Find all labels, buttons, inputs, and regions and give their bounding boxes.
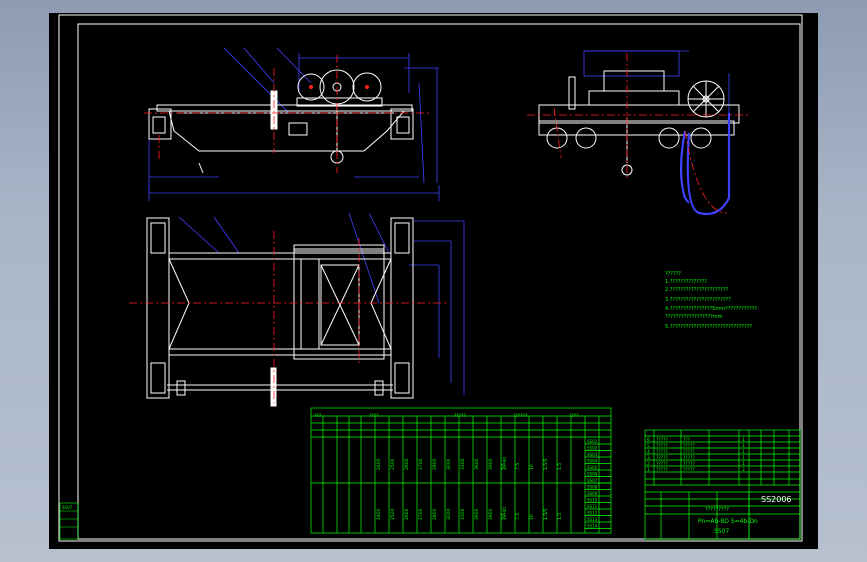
part-number: 3 (647, 455, 650, 461)
part-qty: 1 (742, 461, 745, 467)
side-view (527, 50, 749, 216)
title-block: 6???????? 1 5?????????? 1 4?????????? 1 3?????… (644, 429, 801, 540)
spec-cell: 10 (529, 464, 535, 470)
spec-code-cell: SS03 (587, 452, 598, 457)
note-line: 3.??????????????????????? (665, 297, 731, 303)
spec-cell: 7.5 (501, 513, 507, 520)
legend-block: SS07 (59, 502, 79, 540)
technical-notes: ?????? 1.?????????????? 2.??????????????… (665, 271, 757, 330)
part-code: ????? (656, 449, 669, 455)
spec-cell: 3000 (446, 458, 452, 470)
spec-code-cell: SS12 (587, 511, 598, 516)
part-number: 6 (647, 437, 650, 443)
note-line: 1.?????????????? (665, 279, 707, 285)
spec-code-cell: SS06 (587, 472, 598, 477)
spec-cell: 2800 (432, 458, 438, 470)
part-qty: 1 (742, 455, 745, 461)
spec-code-cell: SS08 (587, 485, 598, 490)
drawing-viewport[interactable]: ?????? 1.?????????????? 2.??????????????… (49, 13, 818, 549)
part-number: 5 (647, 443, 650, 449)
spec-header: ???? (569, 413, 579, 419)
spec-cell: 7.5 (501, 463, 507, 470)
spec-code-cell: SS05 (587, 465, 598, 470)
spec-code-cell: SS09 (587, 491, 598, 496)
part-code: ????? (656, 443, 669, 449)
part-code: ????? (656, 461, 669, 467)
part-qty: 1 (742, 437, 745, 443)
part-name: ????? (683, 443, 696, 449)
spec-cell: 2800 (432, 508, 438, 520)
part-name: ????? (683, 461, 696, 467)
cad-drawing: ?????? 1.?????????????? 2.??????????????… (58, 14, 803, 542)
spec-cell: 7.5 (515, 513, 521, 520)
part-code: ????? (656, 455, 669, 461)
spec-cell: 3000 (446, 508, 452, 520)
spec-cell: 3600 (474, 508, 480, 520)
spec-cell: 1.5 (557, 463, 563, 470)
spec-code-cell: SS13 (587, 517, 598, 522)
sheet-code: SS07 (714, 528, 729, 535)
legend-label: SS07 (62, 505, 73, 510)
spec-cell: 1.5/5 (543, 508, 549, 520)
part-name: ????? (683, 467, 696, 473)
spec-header: ??? (314, 413, 322, 419)
spec-code-cell: SS02 (587, 446, 598, 451)
part-name: ????? (683, 455, 696, 461)
spec-cell: 2600 (404, 458, 410, 470)
part-qty: 1 (742, 443, 745, 449)
spec-cell: 2700 (418, 458, 424, 470)
spec-cell: 2700 (418, 508, 424, 520)
spec-line: Pn=Ab-8D S=4b-Dn (698, 518, 758, 525)
front-view (144, 47, 440, 201)
note-line: 5.??????????????????????????????? (665, 324, 752, 330)
spec-code-cell: SS04 (587, 459, 598, 464)
spec-cell: 3900 (488, 458, 494, 470)
note-line: 4.????????????????5mm???????????? (665, 306, 757, 312)
spec-cell: 3600 (474, 458, 480, 470)
spec-cell: 3900 (488, 508, 494, 520)
spec-header: ????? (454, 413, 467, 419)
part-number: 2 (647, 461, 650, 467)
spec-cell: 2500 (390, 458, 396, 470)
spec-code-cell: SS11 (587, 504, 598, 509)
part-code: ????? (656, 467, 669, 473)
spec-cell: 7.5 (515, 463, 521, 470)
spec-code-cell: SS01 (587, 439, 598, 444)
plan-view (129, 212, 465, 407)
spec-cell: 2400 (376, 458, 382, 470)
spec-cell: 3300 (460, 508, 466, 520)
part-number: 1 (647, 467, 650, 473)
spec-table: ??? ???? ????? ?????? ???? 2400 2500 2600 2… (310, 407, 612, 534)
part-qty: 2 (742, 467, 745, 473)
spec-cell: 2500 (390, 508, 396, 520)
drawing-number: SS2006 (761, 495, 792, 504)
spec-cell: 2400 (376, 508, 382, 520)
spec-cell: 3300 (460, 458, 466, 470)
spec-header: ???? (369, 413, 379, 419)
spec-cell: 10 (529, 514, 535, 520)
part-name: ??? (683, 437, 691, 443)
note-line: ??????????????????mm (665, 314, 723, 320)
note-line: ?????? (665, 271, 681, 277)
spec-code-cell: SS10 (587, 498, 598, 503)
part-qty: 1 (742, 449, 745, 455)
drawing-title: ????????? (705, 507, 729, 513)
spec-code-cell: SS07 (587, 478, 598, 483)
spec-code-cell: SS14 (587, 524, 598, 529)
spec-cell: 1.5/5 (543, 458, 549, 470)
note-line: 2.?????????????????????? (665, 287, 729, 293)
part-name: ????? (683, 449, 696, 455)
part-code: ????? (656, 437, 669, 443)
part-number: 4 (647, 449, 650, 455)
spec-cell: 2600 (404, 508, 410, 520)
spec-cell: 1.5 (557, 513, 563, 520)
spec-header: ?????? (513, 413, 528, 419)
